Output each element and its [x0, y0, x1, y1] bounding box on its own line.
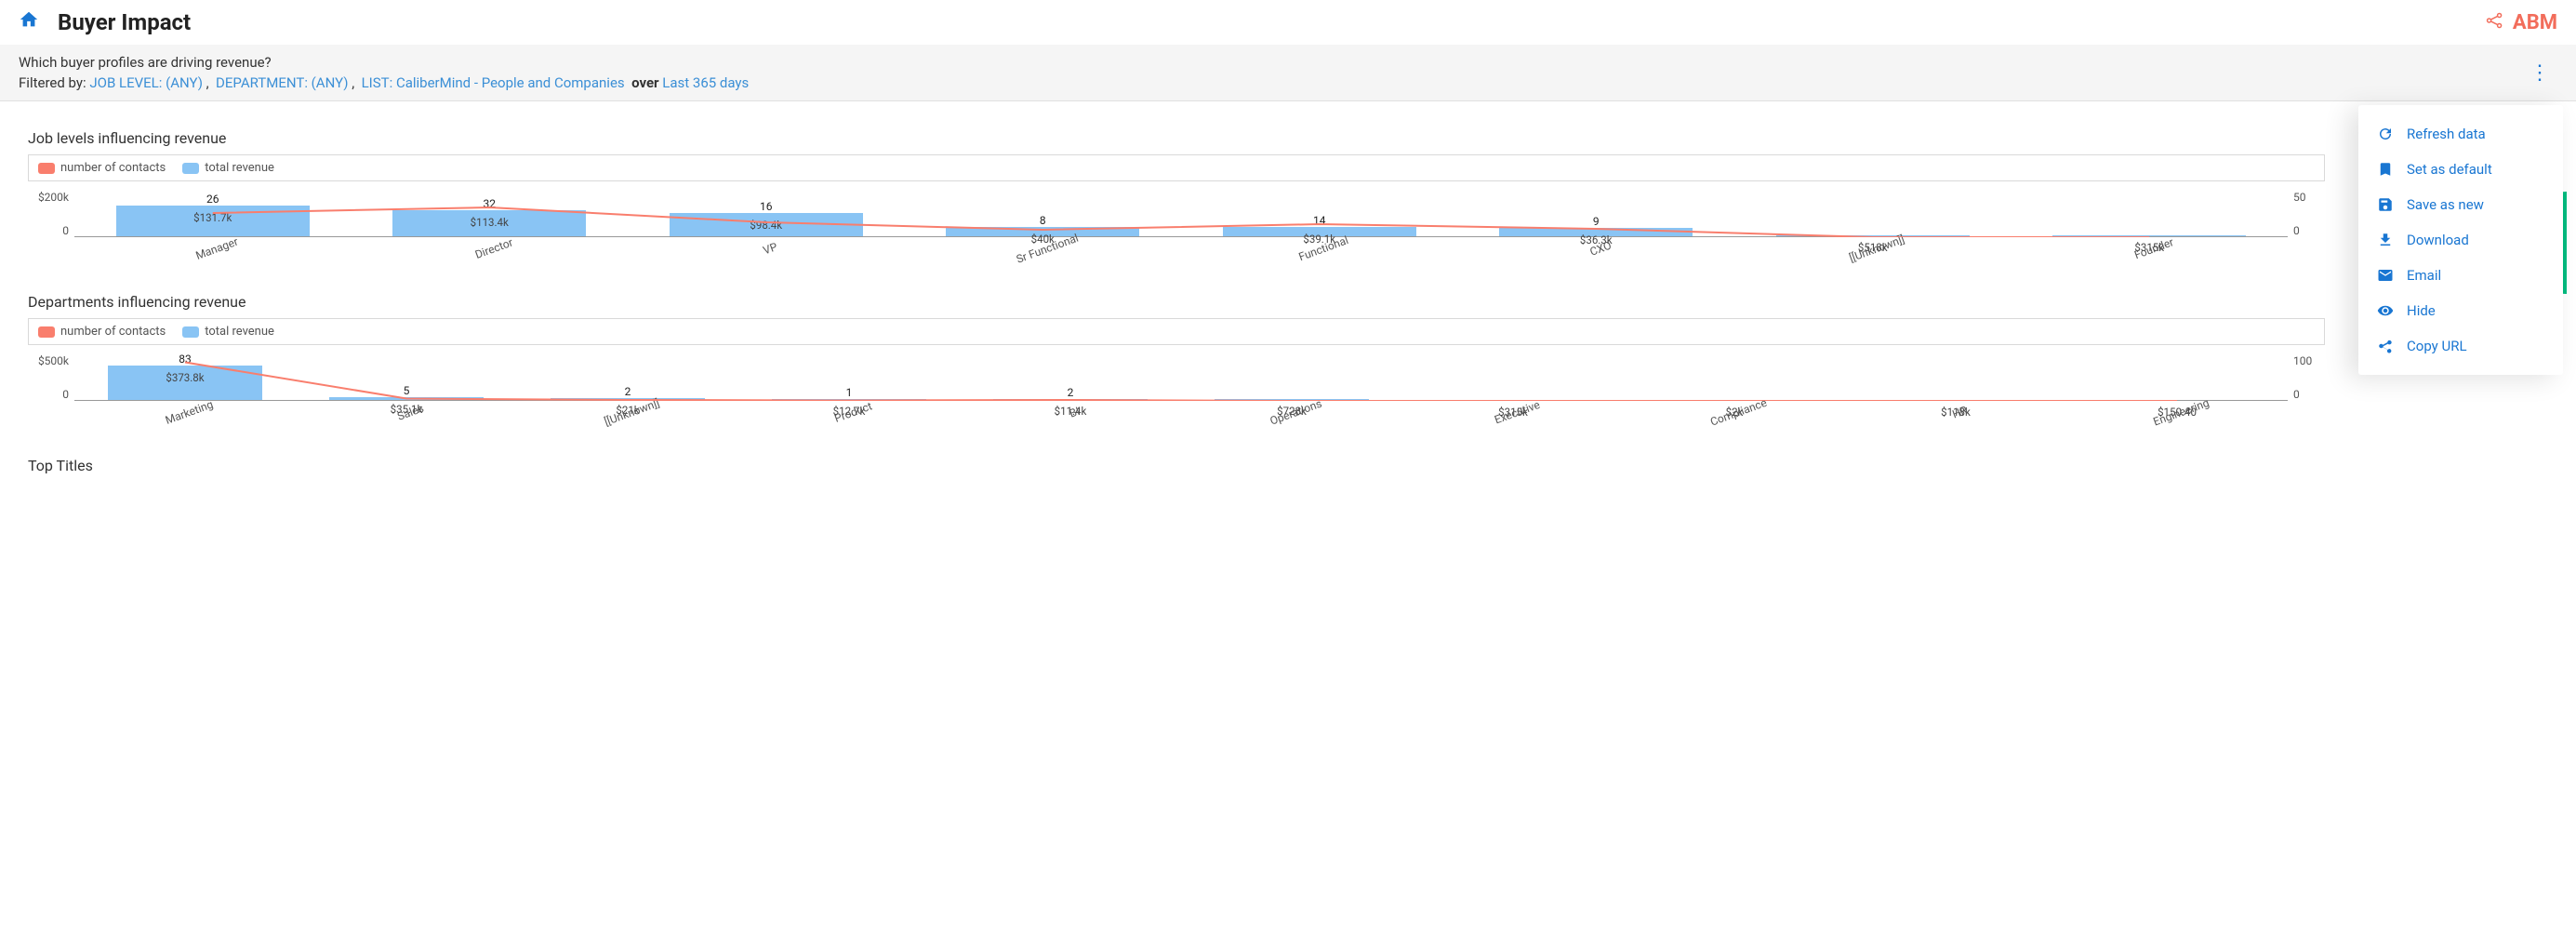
bar-count-label: 32: [484, 197, 497, 210]
share-network-icon: [2485, 10, 2505, 35]
bar-count-label: 2: [625, 385, 631, 398]
menu-hide[interactable]: Hide: [2358, 293, 2563, 328]
actions-dropdown: Refresh data Set as default Save as new …: [2358, 105, 2563, 375]
filter-list-link[interactable]: LIST: CaliberMind - People and Companies: [362, 74, 625, 91]
header: Buyer Impact ABM: [0, 0, 2576, 45]
legend-contacts: number of contacts: [38, 325, 166, 339]
red-swatch-icon: [38, 326, 55, 338]
chart2-bars: $373.8k83$35.1k5$21k2$12.7k1$11.4k2$728k…: [74, 354, 2288, 438]
chart1-yaxis-right: 50 0: [2288, 191, 2325, 237]
chart1-legend: number of contacts total revenue: [28, 154, 2325, 181]
home-icon[interactable]: [19, 9, 39, 35]
bar-count-label: 8: [1040, 214, 1046, 227]
kebab-menu-icon[interactable]: ⋮: [2522, 61, 2557, 85]
bar-value-label: $113.4k: [471, 216, 509, 229]
filter-question: Which buyer profiles are driving revenue…: [19, 54, 749, 71]
download-icon: [2377, 232, 2394, 248]
brand-logo: ABM: [2485, 10, 2557, 35]
chart2-plot: $500k 0 $373.8k83$35.1k5$21k2$12.7k1$11.…: [28, 354, 2325, 438]
bar-count-label: 83: [179, 353, 192, 366]
bar-count-label: 2: [1068, 386, 1074, 399]
bar-value-label: $131.7k: [193, 211, 232, 224]
filtered-by-label: Filtered by:: [19, 74, 86, 91]
chart2-yaxis-right: 100 0: [2288, 354, 2325, 401]
chart1-plot: $200k 0 $131.7k26$113.4k32$98.4k16$40k8$…: [28, 191, 2325, 274]
chart1-bars: $131.7k26$113.4k32$98.4k16$40k8$39.1k14$…: [74, 191, 2288, 274]
legend-revenue: total revenue: [182, 161, 274, 175]
main-panel: Job levels influencing revenue number of…: [9, 111, 2344, 491]
header-left: Buyer Impact: [19, 9, 191, 35]
menu-download[interactable]: Download: [2358, 222, 2563, 258]
chart1-yaxis-left: $200k 0: [28, 191, 74, 237]
chart2-yaxis-left: $500k 0: [28, 354, 74, 401]
filter-bar: Which buyer profiles are driving revenue…: [0, 45, 2576, 101]
chart3-title: Top Titles: [28, 457, 2325, 474]
bar-count-label: 16: [760, 200, 773, 213]
bar-count-label: 26: [206, 193, 219, 206]
filter-text: Which buyer profiles are driving revenue…: [19, 54, 749, 91]
page-title: Buyer Impact: [58, 9, 191, 35]
email-icon: [2377, 267, 2394, 284]
legend-revenue: total revenue: [182, 325, 274, 339]
chart1-title: Job levels influencing revenue: [28, 129, 2325, 147]
bar-count-label: 9: [1593, 215, 1600, 228]
bar-value-label: $98.4k: [750, 219, 782, 232]
share-icon: [2377, 338, 2394, 354]
filter-department-link[interactable]: DEPARTMENT: (ANY): [216, 74, 348, 91]
menu-email[interactable]: Email: [2358, 258, 2563, 293]
filter-job-level-link[interactable]: JOB LEVEL: (ANY): [89, 74, 203, 91]
content-area: Job levels influencing revenue number of…: [0, 101, 2576, 500]
legend-contacts: number of contacts: [38, 161, 166, 175]
save-icon: [2377, 196, 2394, 213]
bookmark-icon: [2377, 161, 2394, 178]
menu-save-as-new[interactable]: Save as new: [2358, 187, 2563, 222]
bar-count-label: 1: [846, 386, 853, 399]
bar-count-label: 5: [404, 384, 410, 397]
blue-swatch-icon: [182, 326, 199, 338]
brand-text: ABM: [2513, 11, 2557, 34]
filter-daterange-link[interactable]: Last 365 days: [662, 74, 749, 91]
bar-value-label: $373.8k: [166, 371, 204, 384]
blue-swatch-icon: [182, 163, 199, 174]
eye-icon: [2377, 302, 2394, 319]
red-swatch-icon: [38, 163, 55, 174]
over-label: over: [631, 74, 658, 91]
menu-copy-url[interactable]: Copy URL: [2358, 328, 2563, 364]
menu-set-default[interactable]: Set as default: [2358, 152, 2563, 187]
menu-refresh[interactable]: Refresh data: [2358, 116, 2563, 152]
bar-count-label: 14: [1313, 214, 1326, 227]
chart2-legend: number of contacts total revenue: [28, 318, 2325, 345]
refresh-icon: [2377, 126, 2394, 142]
